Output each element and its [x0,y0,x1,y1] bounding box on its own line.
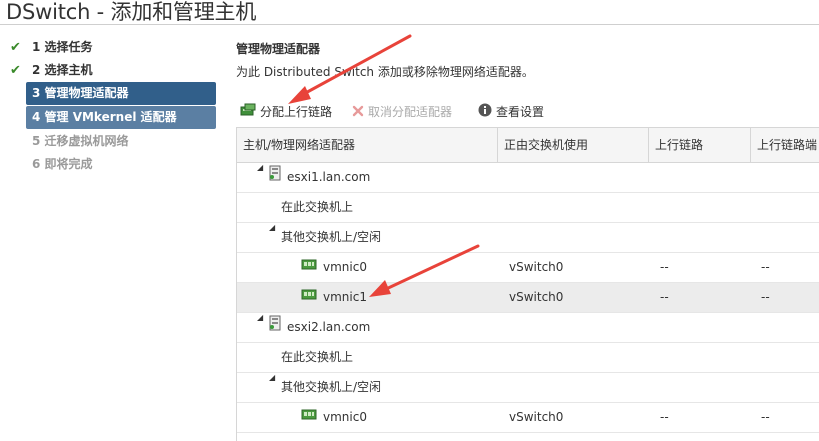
switch-cell: vSwitch0 [509,290,564,304]
table-row-group[interactable]: ◢ 其他交换机上/空闲 [237,223,819,253]
checkmark-icon: ✔ [10,40,21,55]
host-name: esxi2.lan.com [287,320,371,334]
section-description: 为此 Distributed Switch 添加或移除物理网络适配器。 [236,65,534,79]
table-header: 主机/物理网络适配器 正由交换机使用 上行链路 上行链路端 [237,128,819,163]
switch-cell: vSwitch0 [509,260,564,274]
close-icon [352,102,364,124]
step-select-hosts[interactable]: ✔ 2 选择主机 [10,59,216,82]
section-title: 管理物理适配器 [236,42,321,56]
collapse-triangle-icon[interactable]: ◢ [257,163,263,172]
step-label: 6 即将完成 [32,157,93,171]
nic-name: vmnic0 [323,410,367,424]
table-row-nic-selected[interactable]: vmnic1 vSwitch0 -- -- [237,283,819,313]
nic-name: vmnic0 [323,260,367,274]
group-label: 其他交换机上/空闲 [281,380,382,394]
nic-cell: vmnic0 [301,253,367,282]
unassign-adapter-button[interactable]: 取消分配适配器 [352,101,452,123]
step-label: 1 选择任务 [32,40,93,54]
view-settings-label: 查看设置 [496,105,545,119]
network-adapter-icon [301,403,317,432]
step-select-task[interactable]: ✔ 1 选择任务 [10,36,216,59]
uplink-port-cell: -- [761,260,770,274]
window-title: DSwitch - 添加和管理主机 [6,0,257,24]
view-settings-button[interactable]: 查看设置 [478,101,544,123]
network-adapter-icon [301,283,317,312]
adapters-table: 主机/物理网络适配器 正由交换机使用 上行链路 上行链路端 ◢ esxi1.la… [236,127,819,441]
host-cell: esxi2.lan.com [269,313,370,342]
uplink-cell: -- [660,410,669,424]
host-name: esxi1.lan.com [287,170,371,184]
table-row-group[interactable]: 在此交换机上 [237,343,819,373]
collapse-triangle-icon[interactable]: ◢ [257,313,263,322]
table-row-group[interactable]: 在此交换机上 [237,193,819,223]
table-row-host[interactable]: ◢ esxi2.lan.com [237,313,819,343]
group-label: 在此交换机上 [281,350,354,364]
column-header-uplink[interactable]: 上行链路 [649,128,751,162]
uplink-port-cell: -- [761,290,770,304]
collapse-triangle-icon[interactable]: ◢ [269,373,275,382]
column-header-in-use-by-switch[interactable]: 正由交换机使用 [498,128,649,162]
step-label: 5 迁移虚拟机网络 [32,134,129,148]
host-icon [269,163,281,192]
table-row-host[interactable]: ◢ esxi1.lan.com [237,163,819,193]
title-divider [0,24,819,25]
checkmark-icon: ✔ [10,63,21,78]
group-label: 其他交换机上/空闲 [281,230,382,244]
assign-uplink-button[interactable]: 分配上行链路 [240,101,332,123]
nic-cell: vmnic0 [301,403,367,432]
collapse-triangle-icon[interactable]: ◢ [269,223,275,232]
host-icon [269,313,281,342]
group-label: 在此交换机上 [281,200,354,214]
table-row-group[interactable]: ◢ 其他交换机上/空闲 [237,373,819,403]
host-cell: esxi1.lan.com [269,163,370,192]
step-migrate-vm-networking: 5 迁移虚拟机网络 [26,130,216,153]
assign-uplink-icon [240,102,256,124]
step-label: 4 管理 VMkernel 适配器 [32,110,177,124]
step-label: 2 选择主机 [32,63,93,77]
network-adapter-icon [301,253,317,282]
step-label: 3 管理物理适配器 [32,86,129,100]
table-row-nic[interactable]: vmnic0 vSwitch0 -- -- [237,403,819,433]
step-ready-to-complete: 6 即将完成 [26,153,216,176]
step-manage-physical-adapters[interactable]: 3 管理物理适配器 [26,82,216,105]
table-row-nic[interactable]: vmnic0 vSwitch0 -- -- [237,253,819,283]
column-header-uplink-port[interactable]: 上行链路端 [751,128,819,162]
info-icon [478,102,492,124]
switch-cell: vSwitch0 [509,410,564,424]
unassign-adapter-label: 取消分配适配器 [368,105,453,119]
uplink-port-cell: -- [761,410,770,424]
step-manage-vmkernel-adapters[interactable]: 4 管理 VMkernel 适配器 [26,106,216,129]
uplink-cell: -- [660,290,669,304]
column-header-host-adapter[interactable]: 主机/物理网络适配器 [237,128,498,162]
nic-cell: vmnic1 [301,283,367,312]
assign-uplink-label: 分配上行链路 [260,105,333,119]
uplink-cell: -- [660,260,669,274]
nic-name: vmnic1 [323,290,367,304]
